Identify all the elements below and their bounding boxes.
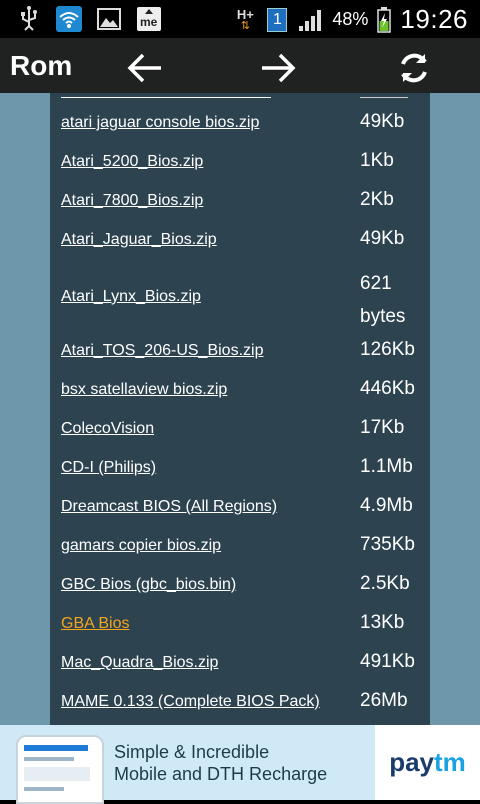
file-row: Atari_Jaguar_Bios.zip 49Kb [61, 222, 421, 260]
file-size: 49Kb [360, 111, 405, 132]
file-row: Dreamcast BIOS (All Regions) 4.9Mb [61, 489, 421, 527]
file-row: Atari_TOS_206-US_Bios.zip 126Kb [61, 333, 421, 371]
file-size: 446Kb [360, 378, 415, 399]
file-row: CD-I (Philips) 1.1Mb [61, 450, 421, 488]
page-title: Rom [10, 50, 73, 81]
file-list-panel: atari jaguar console bios.zip 49Kb Atari_5… [50, 93, 430, 725]
signal-icon [298, 7, 324, 33]
me-app-icon: me [136, 6, 162, 32]
forward-arrow-icon [262, 53, 296, 83]
file-row: GBA Bios 13Kb [61, 606, 421, 644]
file-size: 49Kb [360, 228, 405, 249]
file-link[interactable]: MAME 0.133 (Complete BIOS Pack) [61, 693, 320, 711]
ad-banner[interactable]: Simple & Incredible Mobile and DTH Recha… [0, 725, 480, 804]
file-link[interactable]: gamars copier bios.zip [61, 537, 221, 555]
network-label: H+ [236, 6, 254, 22]
file-link[interactable]: bsx satellaview bios.zip [61, 381, 227, 399]
file-size: 126Kb [360, 339, 415, 360]
file-size: 491Kb [360, 651, 415, 672]
partial-row-cutoff [61, 93, 421, 99]
ad-text: Simple & Incredible Mobile and DTH Recha… [114, 741, 327, 785]
file-row: GBC Bios (gbc_bios.bin) 2.5Kb [61, 567, 421, 605]
file-row: Atari_5200_Bios.zip 1Kb [61, 144, 421, 182]
clock: 19:26 [400, 4, 468, 34]
file-link[interactable]: Dreamcast BIOS (All Regions) [61, 498, 277, 516]
file-size: 26Mb [360, 690, 408, 711]
file-row: ColecoVision 17Kb [61, 411, 421, 449]
file-link[interactable]: Atari_5200_Bios.zip [61, 153, 203, 171]
file-link[interactable]: atari jaguar console bios.zip [61, 114, 259, 132]
ad-phone-image [16, 735, 104, 804]
file-link[interactable]: Atari_TOS_206-US_Bios.zip [61, 342, 263, 360]
refresh-icon [401, 53, 427, 83]
file-row: Mac_Quadra_Bios.zip 491Kb [61, 645, 421, 683]
file-size: 735Kb [360, 534, 415, 555]
file-link[interactable]: Atari_Jaguar_Bios.zip [61, 231, 217, 249]
file-row: MAME 0.133 (Complete BIOS Pack) 26Mb [61, 684, 421, 722]
ad-line-1: Simple & Incredible [114, 742, 270, 762]
notification-badge: 1 [264, 7, 290, 33]
file-row: gamars copier bios.zip 735Kb [61, 528, 421, 566]
file-size: 621 bytes [360, 273, 406, 327]
file-size: 1.1Mb [360, 456, 413, 477]
file-row: Atari_Lynx_Bios.zip 621 bytes [61, 261, 421, 333]
ad-brand-part-2: tm [434, 747, 466, 777]
image-icon [96, 6, 122, 32]
svg-text:me: me [140, 15, 158, 29]
wifi-icon [56, 6, 82, 32]
file-size: 2Kb [360, 189, 394, 210]
ad-line-2: Mobile and DTH Recharge [114, 764, 328, 784]
ad-brand-logo: pay tm [375, 725, 480, 800]
file-link[interactable]: CD-I (Philips) [61, 459, 156, 477]
file-link[interactable]: Atari_Lynx_Bios.zip [61, 288, 201, 306]
file-link[interactable]: GBA Bios [61, 615, 129, 633]
network-icon: H+ ⇅ [236, 6, 254, 32]
refresh-button[interactable] [394, 48, 434, 88]
toolbar: Rom [0, 38, 480, 98]
notification-count: 1 [267, 7, 288, 32]
file-link[interactable]: ColecoVision [61, 420, 154, 438]
file-row: bsx satellaview bios.zip 446Kb [61, 372, 421, 410]
file-size: 4.9Mb [360, 495, 413, 516]
usb-icon [16, 6, 42, 32]
status-bar: me H+ ⇅ 1 48% 19:26 [0, 0, 480, 38]
file-size: 17Kb [360, 417, 405, 438]
file-link[interactable]: Mac_Quadra_Bios.zip [61, 654, 218, 672]
battery-percent: 48% [332, 9, 369, 29]
file-row: Atari_7800_Bios.zip 2Kb [61, 183, 421, 221]
file-size: 2.5Kb [360, 573, 410, 594]
file-row: atari jaguar console bios.zip 49Kb [61, 105, 421, 143]
back-arrow-icon [127, 53, 161, 83]
file-link[interactable]: Atari_7800_Bios.zip [61, 192, 203, 210]
content-area[interactable]: atari jaguar console bios.zip 49Kb Atari_5… [0, 93, 480, 725]
file-size: 13Kb [360, 612, 405, 633]
back-button[interactable] [125, 48, 165, 88]
file-size: 1Kb [360, 150, 394, 171]
file-link[interactable]: GBC Bios (gbc_bios.bin) [61, 576, 236, 594]
forward-button[interactable] [258, 48, 298, 88]
battery-icon [376, 6, 392, 33]
ad-brand-part-1: pay [389, 747, 435, 777]
